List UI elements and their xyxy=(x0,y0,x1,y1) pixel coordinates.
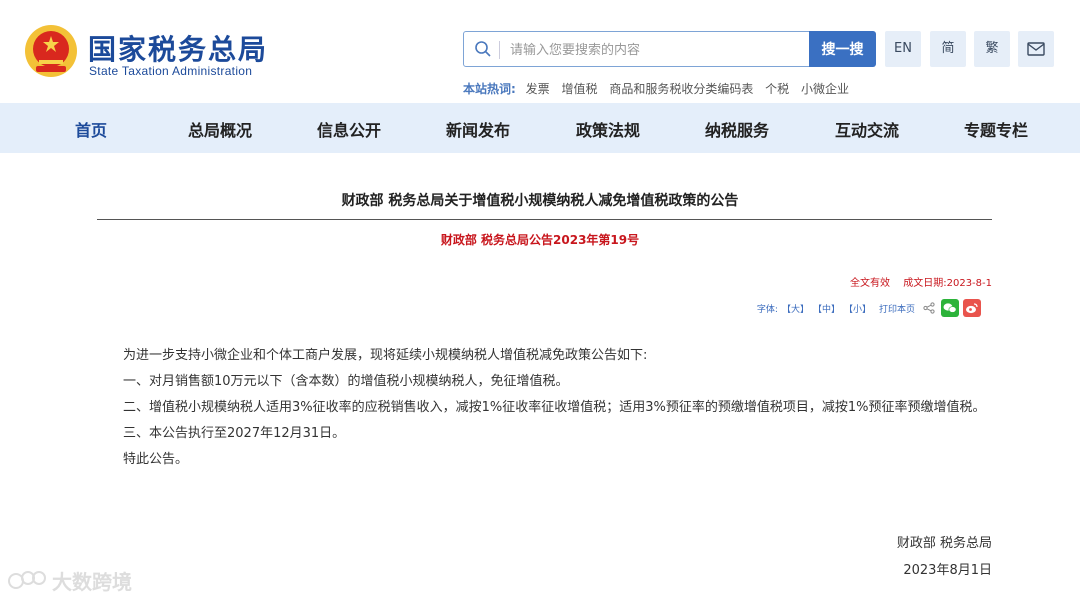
mail-button[interactable] xyxy=(1018,31,1054,67)
weibo-share-icon[interactable] xyxy=(963,299,981,317)
paragraph: 三、本公告执行至2027年12月31日。 xyxy=(123,426,346,441)
watermark: 大数跨境 xyxy=(8,566,132,595)
search-input[interactable] xyxy=(508,38,812,62)
hot-term[interactable]: 商品和服务税收分类编码表 xyxy=(609,82,753,96)
nav-item-policy[interactable]: 政策法规 xyxy=(576,117,640,141)
hot-term[interactable]: 个税 xyxy=(765,82,789,96)
article-tools: 字体: 【大】 【中】 【小】 打印本页 xyxy=(757,298,985,318)
nav-item-home[interactable]: 首页 xyxy=(75,117,107,141)
lang-simplified-button[interactable]: 简 xyxy=(930,31,966,67)
issue-date: 成文日期:2023-8-1 xyxy=(903,278,992,289)
nav-item-news[interactable]: 新闻发布 xyxy=(446,117,510,141)
wechat-share-icon[interactable] xyxy=(941,299,959,317)
watermark-logo-icon xyxy=(8,570,46,589)
search-icon xyxy=(475,41,491,57)
hot-terms: 本站热词: 发票 增值税 商品和服务税收分类编码表 个税 小微企业 xyxy=(463,80,857,97)
signature-date: 2023年8月1日 xyxy=(903,563,992,578)
nav-item-info[interactable]: 信息公开 xyxy=(317,117,381,141)
search-box: 搜一搜 xyxy=(463,31,876,67)
hot-term[interactable]: 发票 xyxy=(526,82,550,96)
national-emblem-icon[interactable] xyxy=(24,24,78,78)
hot-term[interactable]: 增值税 xyxy=(561,82,597,96)
search-button[interactable]: 搜一搜 xyxy=(809,31,876,67)
paragraph: 二、增值税小规模纳税人适用3%征收率的应税销售收入，减按1%征收率征收增值税；适… xyxy=(123,400,986,415)
search-divider xyxy=(499,41,500,59)
paragraph: 为进一步支持小微企业和个体工商户发展，现将延续小规模纳税人增值税减免政策公告如下… xyxy=(123,348,648,363)
article-title: 财政部 税务总局关于增值税小规模纳税人减免增值税政策的公告 xyxy=(341,193,739,209)
nav-item-service[interactable]: 纳税服务 xyxy=(705,117,769,141)
article-body: 为进一步支持小微企业和个体工商户发展，现将延续小规模纳税人增值税减免政策公告如下… xyxy=(97,343,994,473)
mail-icon xyxy=(1027,42,1045,56)
nav-item-topics[interactable]: 专题专栏 xyxy=(964,117,1028,141)
paragraph: 一、对月销售额10万元以下（含本数）的增值税小规模纳税人，免征增值税。 xyxy=(123,374,569,389)
main-nav: 首页 总局概况 信息公开 新闻发布 政策法规 纳税服务 互动交流 专题专栏 xyxy=(0,103,1080,153)
font-size-label: 字体: xyxy=(756,304,778,315)
title-divider xyxy=(97,219,992,220)
paragraph: 特此公告。 xyxy=(123,452,189,467)
font-small-button[interactable]: 【小】 xyxy=(844,302,871,315)
site-subtitle: State Taxation Administration xyxy=(89,64,253,78)
watermark-text: 大数跨境 xyxy=(52,570,132,594)
font-medium-button[interactable]: 【中】 xyxy=(813,302,840,315)
site-header: 国家税务总局 State Taxation Administration 搜一搜… xyxy=(0,0,1080,103)
lang-traditional-button[interactable]: 繁 xyxy=(974,31,1010,67)
hot-term[interactable]: 小微企业 xyxy=(801,82,849,96)
print-button[interactable]: 打印本页 xyxy=(879,302,915,315)
nav-item-overview[interactable]: 总局概况 xyxy=(188,117,252,141)
document-number: 财政部 税务总局公告2023年第19号 xyxy=(440,233,640,247)
lang-en-button[interactable]: EN xyxy=(885,31,921,67)
font-large-button[interactable]: 【大】 xyxy=(782,302,809,315)
site-title[interactable]: 国家税务总局 xyxy=(88,28,268,68)
nav-item-interaction[interactable]: 互动交流 xyxy=(835,117,899,141)
hot-terms-label: 本站热词: xyxy=(463,82,516,96)
share-icon[interactable] xyxy=(923,302,935,314)
article-meta: 全文有效 成文日期:2023-8-1 xyxy=(850,274,992,289)
signature: 财政部 税务总局 xyxy=(896,536,992,551)
validity-status: 全文有效 xyxy=(850,278,891,289)
